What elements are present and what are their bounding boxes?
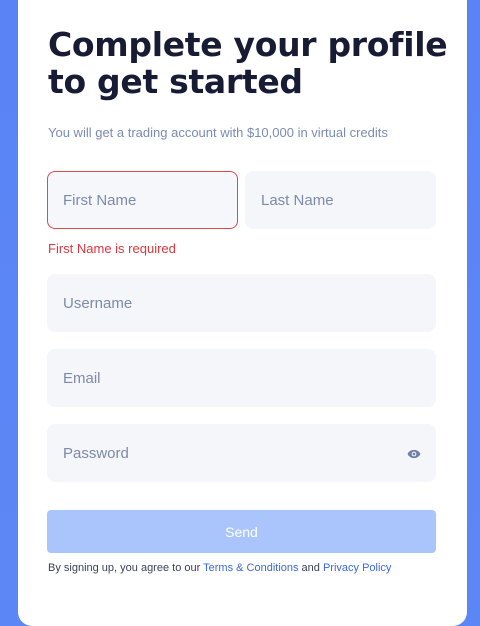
eye-icon[interactable] — [407, 447, 421, 461]
password-input[interactable] — [48, 425, 435, 481]
email-field[interactable] — [47, 349, 436, 407]
last-name-field[interactable] — [245, 171, 436, 229]
username-input[interactable] — [48, 275, 435, 331]
send-button[interactable]: Send — [47, 510, 436, 553]
username-field[interactable] — [47, 274, 436, 332]
terms-link[interactable]: Terms & Conditions — [203, 562, 298, 574]
password-field[interactable] — [47, 424, 436, 482]
first-name-field[interactable] — [47, 171, 238, 229]
terms-prefix: By signing up, you agree to our — [48, 562, 204, 574]
first-name-input[interactable] — [48, 172, 237, 228]
terms-notice: By signing up, you agree to our Terms & … — [48, 562, 391, 574]
privacy-link[interactable]: Privacy Policy — [323, 562, 391, 574]
page-title: Complete your profile to get started — [48, 25, 448, 101]
last-name-input[interactable] — [246, 172, 435, 228]
email-input[interactable] — [48, 350, 435, 406]
first-name-error: First Name is required — [48, 241, 176, 256]
terms-middle: and — [298, 562, 323, 574]
page-subtitle: You will get a trading account with $10,… — [48, 125, 388, 140]
